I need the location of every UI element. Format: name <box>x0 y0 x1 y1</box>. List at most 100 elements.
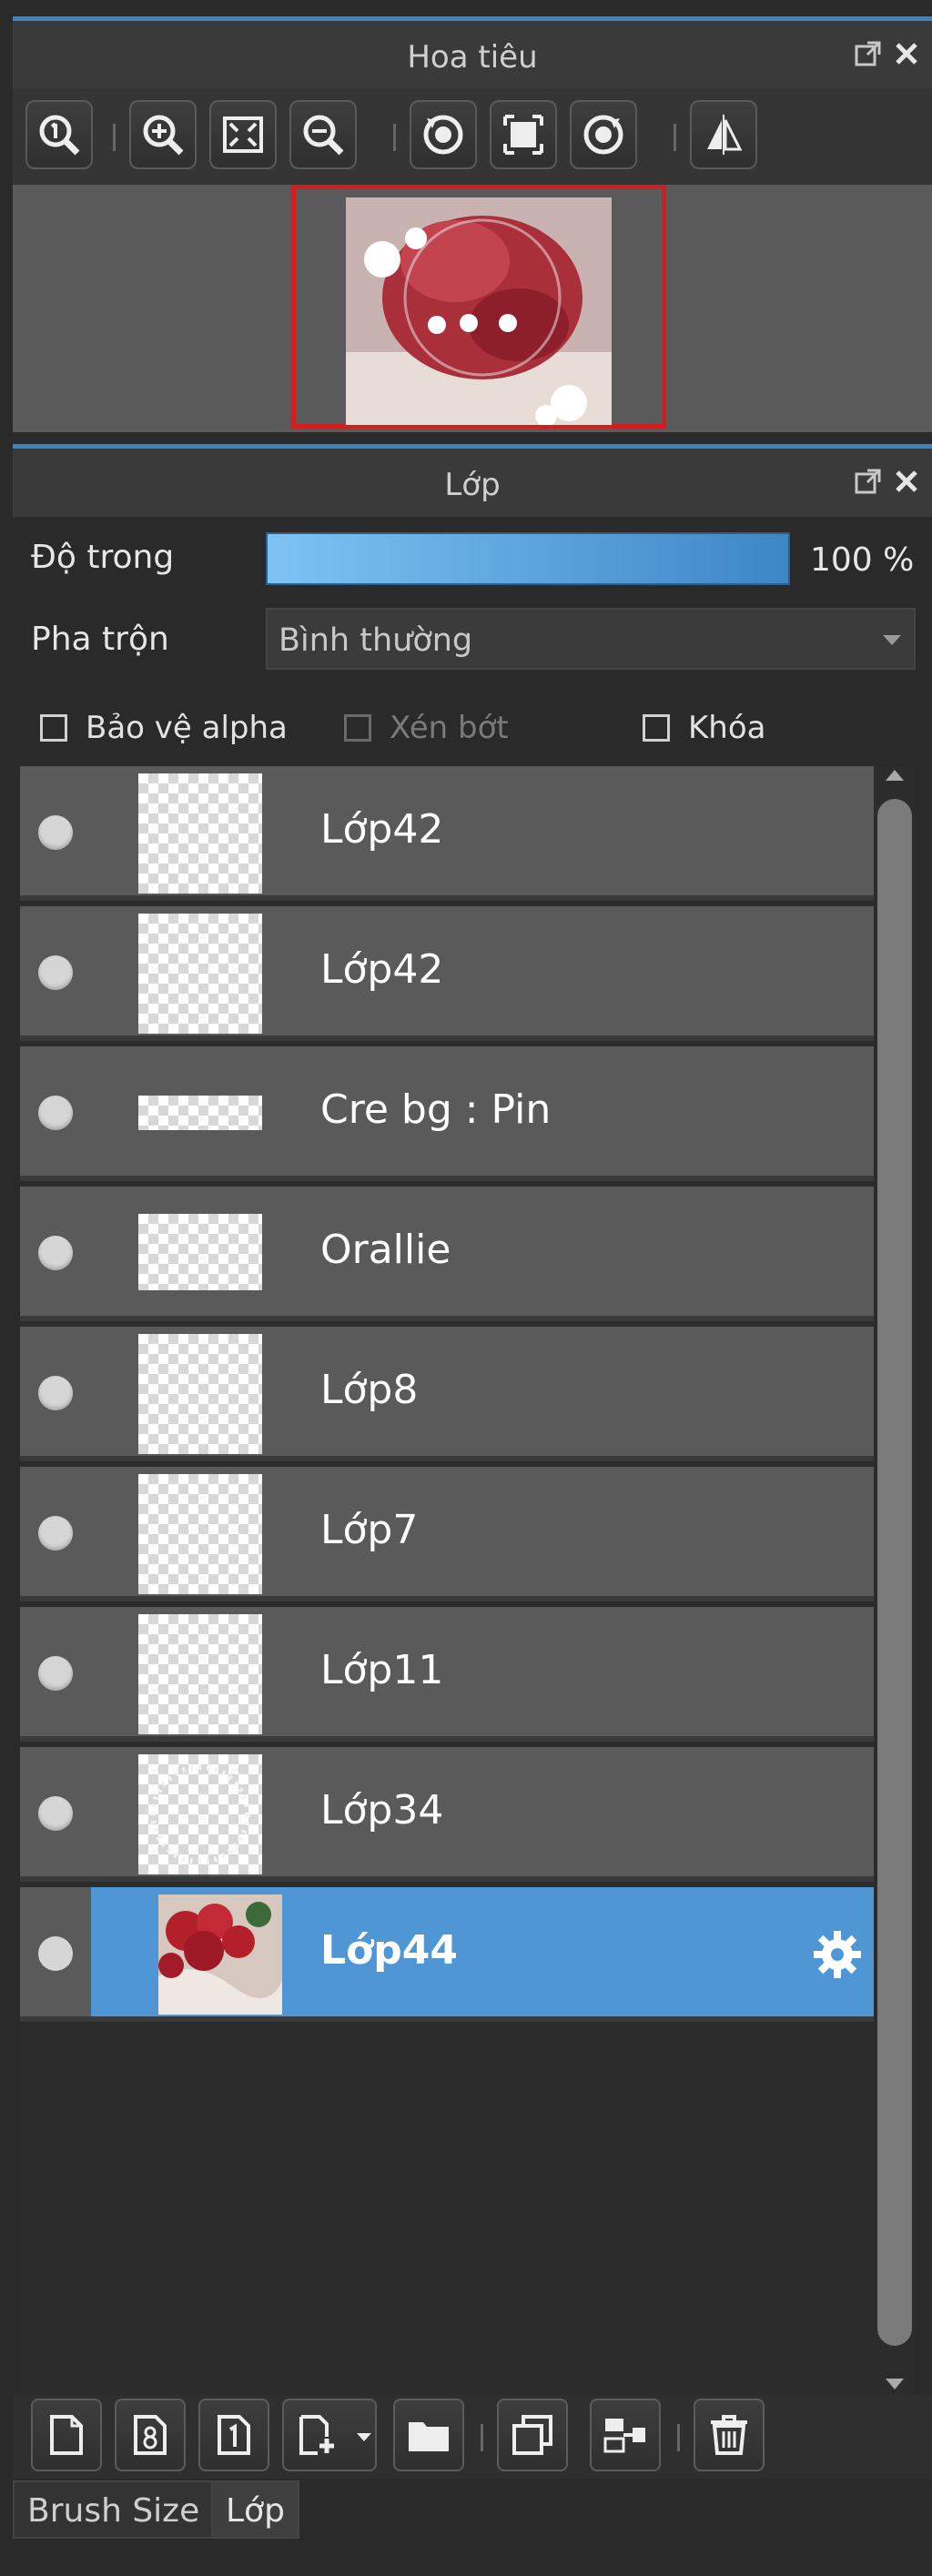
layer-name: Cre bg : Pin <box>320 1086 552 1133</box>
navigator-preview[interactable] <box>13 185 932 432</box>
layer-name: Lớp42 <box>320 946 444 993</box>
popout-icon[interactable] <box>852 465 885 498</box>
checkbox-box <box>344 714 371 742</box>
layer-name: Orallie <box>320 1227 451 1273</box>
new-1bit-layer-icon <box>218 2415 250 2455</box>
layer-bottom-toolbar <box>13 2395 932 2479</box>
protect-alpha-label: Bảo vệ alpha <box>86 710 288 746</box>
fit-screen-icon <box>223 116 263 153</box>
tab-brush-size[interactable]: Brush Size <box>13 2480 215 2539</box>
chevron-down-icon <box>357 2433 371 2441</box>
layer-row-selected[interactable]: Lớp44 <box>91 1887 874 2022</box>
layer-row[interactable]: Lớp7 <box>20 1467 874 1601</box>
blend-mode-select[interactable]: Bình thường <box>266 608 916 670</box>
new-folder-button[interactable] <box>393 2399 464 2471</box>
layer-row[interactable]: Cre bg : Pin <box>20 1046 874 1181</box>
visibility-toggle[interactable] <box>38 1236 73 1270</box>
new-layer-button[interactable] <box>31 2399 102 2471</box>
layer-row[interactable]: Lớp42 <box>20 906 874 1041</box>
layer-thumbnail <box>138 1096 262 1130</box>
layer-list: Lớp42 Lớp42 Cre bg : Pin Orallie Lớp8 Lớ… <box>20 766 874 2395</box>
visibility-toggle[interactable] <box>38 1796 73 1831</box>
tab-layer[interactable]: Lớp <box>211 2480 299 2539</box>
opacity-value: 100 % <box>810 541 915 579</box>
layer-scrollbar[interactable] <box>874 766 916 2395</box>
layer-row[interactable]: Lớp11 <box>20 1607 874 1742</box>
panel-tabs: Brush Size Lớp <box>13 2480 932 2539</box>
layer-thumbnail <box>138 773 262 894</box>
layer-name: Lớp7 <box>320 1507 419 1553</box>
add-layer-menu-icon <box>299 2415 334 2455</box>
zoom-out-icon <box>303 115 344 156</box>
delete-layer-button[interactable] <box>694 2399 765 2471</box>
visibility-toggle[interactable] <box>38 955 73 990</box>
layer-row[interactable]: Lớp34 <box>20 1747 874 1882</box>
layer-thumbnail <box>138 1334 262 1454</box>
checkbox-box[interactable] <box>40 714 67 742</box>
layer-thumbnail <box>138 914 262 1034</box>
new-1bit-layer-button[interactable] <box>198 2399 269 2471</box>
rotate-right-icon <box>583 115 623 155</box>
layer-row[interactable]: Lớp8 <box>20 1327 874 1461</box>
canvas-thumbnail <box>346 197 612 425</box>
merge-down-button[interactable] <box>590 2399 661 2471</box>
blend-mode-label: Pha trộn <box>31 621 169 658</box>
opacity-label: Độ trong <box>31 539 175 576</box>
lock-label: Khóa <box>688 710 766 746</box>
gear-icon[interactable] <box>810 1927 865 1982</box>
scroll-thumb[interactable] <box>877 799 912 2346</box>
scroll-down-arrow-icon[interactable] <box>886 2379 904 2389</box>
close-icon[interactable] <box>890 465 923 498</box>
layer-thumbnail <box>138 1614 262 1734</box>
popout-icon[interactable] <box>852 37 885 70</box>
checkbox-box[interactable] <box>643 714 670 742</box>
visibility-toggle[interactable] <box>38 1516 73 1551</box>
zoom-out-button[interactable] <box>289 100 357 169</box>
layer-row[interactable]: Lớp42 <box>20 766 874 901</box>
layer-row[interactable]: Orallie <box>20 1187 874 1321</box>
layer-name: Lớp8 <box>320 1367 419 1413</box>
new-8bit-layer-button[interactable] <box>115 2399 186 2471</box>
zoom-actual-button[interactable] <box>25 100 93 169</box>
scroll-up-arrow-icon[interactable] <box>886 770 904 781</box>
visibility-toggle[interactable] <box>38 1656 73 1691</box>
rotate-right-button[interactable] <box>570 100 637 169</box>
merge-down-icon <box>603 2419 645 2453</box>
trash-icon <box>711 2415 747 2455</box>
layer-name: Lớp42 <box>320 806 444 853</box>
layer-thumbnail <box>138 1214 262 1290</box>
layer-thumbnail <box>138 1474 262 1594</box>
navigator-toolbar <box>13 89 932 185</box>
layer-name: Lớp44 <box>320 1927 458 1974</box>
layer-panel-title: Lớp <box>444 467 501 503</box>
new-layer-icon <box>50 2415 83 2455</box>
visibility-toggle[interactable] <box>38 815 73 850</box>
visibility-toggle[interactable] <box>38 1096 73 1130</box>
clipping-label: Xén bớt <box>390 710 509 746</box>
opacity-slider[interactable] <box>266 532 790 585</box>
navigator-header: Hoa tiêu <box>13 16 932 89</box>
add-layer-menu-button[interactable] <box>282 2399 377 2471</box>
duplicate-layer-icon <box>512 2415 552 2455</box>
layer-name: Lớp11 <box>320 1647 444 1693</box>
blend-mode-value: Bình thường <box>279 622 473 659</box>
rotate-left-button[interactable] <box>410 100 477 169</box>
zoom-actual-icon <box>39 115 80 156</box>
layer-thumbnail <box>158 1894 282 2015</box>
close-icon[interactable] <box>890 37 923 70</box>
layer-panel-header: Lớp <box>13 444 932 517</box>
zoom-in-icon <box>143 115 184 156</box>
navigator-title: Hoa tiêu <box>407 39 538 76</box>
flip-horizontal-icon <box>707 115 743 155</box>
new-8bit-layer-icon <box>134 2415 167 2455</box>
fit-screen-button[interactable] <box>209 100 277 169</box>
visibility-toggle[interactable] <box>38 1936 73 1971</box>
chevron-down-icon <box>883 635 901 645</box>
zoom-in-button[interactable] <box>129 100 197 169</box>
flip-horizontal-button[interactable] <box>690 100 757 169</box>
duplicate-layer-button[interactable] <box>497 2399 568 2471</box>
folder-icon <box>409 2422 449 2451</box>
visibility-toggle[interactable] <box>38 1376 73 1410</box>
reset-view-button[interactable] <box>490 100 557 169</box>
layer-thumbnail <box>138 1754 262 1874</box>
